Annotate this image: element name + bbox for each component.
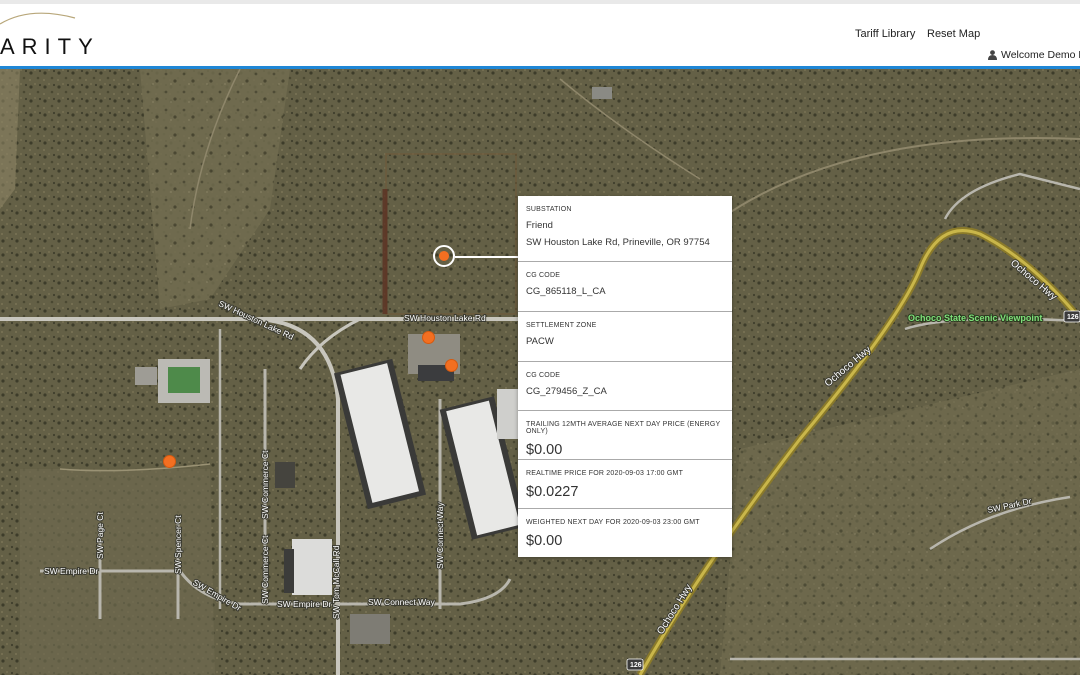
farmstead	[592, 87, 612, 99]
label-empire-dr-3: SW Empire Dr	[277, 599, 331, 609]
substation-marker[interactable]	[163, 455, 176, 468]
popup-section-settlement-zone: SETTLEMENT ZONE PACW	[518, 312, 732, 362]
building-west-annex	[135, 367, 157, 385]
brand-swoosh-icon	[0, 12, 76, 25]
label-commerce-ct: SW Commerce Ct	[260, 450, 270, 519]
label-connect-way-vertical: SW Connect Way	[435, 501, 445, 569]
satellite-map[interactable]: SW Houston Lake Rd SW Houston Lake Rd SW…	[0, 69, 1080, 675]
label-connect-way: SW Connect Way	[368, 597, 436, 607]
label-ochoco-viewpoint[interactable]: Ochoco State Scenic Viewpoint	[907, 312, 1043, 324]
substation-name: Friend	[526, 220, 553, 231]
settlement-zone-value: PACW	[526, 336, 554, 347]
lot	[275, 462, 295, 488]
substation-label: SUBSTATION	[526, 206, 572, 213]
trailing-price-label: TRAILING 12mth AVERAGE NEXT DAY PRICE (E…	[526, 421, 721, 435]
selected-substation-marker[interactable]	[433, 245, 455, 267]
svg-text:126: 126	[630, 662, 642, 669]
weighted-price-label: WEIGHTED NEXT DAY FOR 2020-09-03 23:00 G…	[526, 519, 700, 526]
substation-info-popup: SUBSTATION Friend SW Houston Lake Rd, Pr…	[518, 196, 732, 557]
cg-code-value: CG_279456_Z_CA	[526, 386, 607, 397]
popup-leader-line	[455, 256, 518, 258]
brand-logo[interactable]: ARITY	[0, 34, 100, 60]
settlement-zone-label: SETTLEMENT ZONE	[526, 322, 597, 329]
nav-tariff-library[interactable]: Tariff Library	[855, 28, 915, 40]
building-annex[interactable]	[497, 389, 519, 439]
route-shield-icon: 126	[1063, 310, 1080, 323]
popup-section-cg-code-2: CG CODE CG_279456_Z_CA	[518, 362, 732, 411]
trailing-price-value: $0.00	[526, 442, 563, 458]
user-menu[interactable]: Welcome Demo Pr	[988, 49, 1080, 61]
popup-section-weighted-price: WEIGHTED NEXT DAY FOR 2020-09-03 23:00 G…	[518, 509, 732, 557]
marker-dot	[439, 251, 449, 261]
route-shield-icon: 126	[626, 658, 644, 671]
label-empire-dr: SW Empire Dr	[44, 566, 98, 576]
cg-code-value: CG_865118_L_CA	[526, 286, 606, 297]
popup-section-trailing-price: TRAILING 12mth AVERAGE NEXT DAY PRICE (E…	[518, 411, 732, 460]
popup-section-realtime-price: REALTIME PRICE FOR 2020-09-03 17:00 GMT …	[518, 460, 732, 509]
cg-code-label: CG CODE	[526, 272, 561, 279]
lot	[350, 614, 390, 644]
cg-code-label: CG CODE	[526, 372, 561, 379]
realtime-price-value: $0.0227	[526, 484, 579, 500]
user-icon	[988, 50, 997, 60]
label-spencer-ct: SW Spencer Ct	[173, 515, 183, 574]
label-commerce-ct-2: SW Commerce Ct	[260, 535, 270, 604]
weighted-price-value: $0.00	[526, 533, 563, 549]
label-houston-lake-rd-east: SW Houston Lake Rd	[404, 313, 486, 323]
user-greeting: Welcome Demo Pr	[1001, 49, 1080, 61]
popup-section-substation: SUBSTATION Friend SW Houston Lake Rd, Pr…	[518, 196, 732, 262]
label-tom-mccall-rd: SW Tom McCall Rd	[331, 545, 341, 619]
building-south-shadow	[284, 549, 294, 593]
nav-reset-map[interactable]: Reset Map	[927, 28, 980, 40]
substation-address: SW Houston Lake Rd, Prineville, OR 97754	[526, 237, 710, 248]
top-navbar: ARITY Tariff Library Reset Map Welcome D…	[0, 0, 1080, 66]
building-green-roof	[168, 367, 200, 393]
svg-text:126: 126	[1067, 314, 1079, 321]
building-south[interactable]	[292, 539, 332, 595]
popup-section-cg-code-1: CG CODE CG_865118_L_CA	[518, 262, 732, 312]
substation-marker[interactable]	[422, 331, 435, 344]
label-page-ct: SW Page Ct	[95, 512, 105, 559]
substation-marker[interactable]	[445, 359, 458, 372]
realtime-price-label: REALTIME PRICE FOR 2020-09-03 17:00 GMT	[526, 470, 684, 477]
